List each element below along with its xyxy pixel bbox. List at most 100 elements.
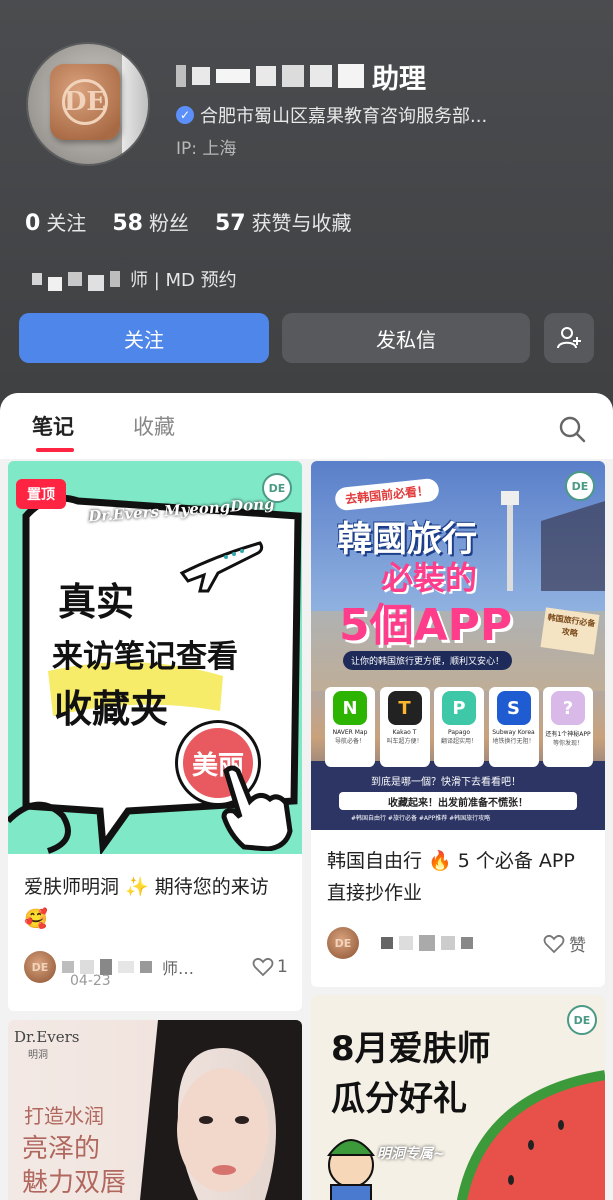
redacted-block xyxy=(381,937,393,949)
brand-logo: DE xyxy=(262,473,292,503)
pointing-hand-icon xyxy=(221,765,293,851)
tab-active-indicator xyxy=(36,448,74,452)
like-count: 1 xyxy=(277,957,288,977)
app-tile: T Kakao T 叫车超方便！ xyxy=(379,687,430,767)
verification-row: ✓ 合肥市蜀山区嘉果教育咨询服务部... xyxy=(176,102,487,128)
app-desc: 翻译超实用！ xyxy=(440,738,477,745)
cover-subtitle: 让你的韩国旅行更方便，顺利又安心！ xyxy=(343,651,513,670)
brand-logo: DE xyxy=(567,1005,597,1035)
cover-sticker: 韩国旅行必备攻略 xyxy=(540,607,600,655)
app-tile: ? 还有1个神秘APP 等你发现！ xyxy=(543,687,593,767)
ip-location: IP: 上海 xyxy=(176,139,237,159)
cover-line: 收藏夹 xyxy=(54,687,169,731)
note-card[interactable]: DE 去韩国前必看！ 韓國旅行 必裝的 5個APP 让你的韩国旅行更方便，顺利又… xyxy=(311,461,605,987)
add-friend-button[interactable] xyxy=(544,313,594,363)
cover-title: 5個APP xyxy=(339,600,513,651)
search-icon[interactable] xyxy=(558,415,586,443)
brand-logo: DE xyxy=(565,471,595,501)
redacted-block xyxy=(48,277,62,291)
profile-name: 助理 xyxy=(176,58,426,95)
redacted-block xyxy=(282,65,304,87)
watermelon-illustration xyxy=(327,1070,605,1200)
app-desc: 等你发现！ xyxy=(552,740,583,747)
app-desc: 导航必备！ xyxy=(334,738,365,745)
app-tile: P Papago 翻译超实用！ xyxy=(434,687,484,767)
verified-check-icon: ✓ xyxy=(176,106,194,124)
cover-sub: 明洞专属~ xyxy=(377,1146,445,1162)
redacted-block xyxy=(110,271,120,287)
following-label[interactable]: 关注 xyxy=(46,207,86,236)
cover-line: 来访笔记查看 xyxy=(52,639,238,675)
cover-line: 魅力双唇 xyxy=(22,1168,127,1198)
cover-bottom-text: 到底是哪一個？快滑下去看看吧！ xyxy=(371,777,521,788)
redacted-block xyxy=(68,272,82,286)
tab-notes[interactable]: 笔记 xyxy=(32,411,74,441)
tab-favorites[interactable]: 收藏 xyxy=(133,411,175,441)
stats-row: 0 关注 58 粉丝 57 获赞与收藏 xyxy=(25,207,378,236)
author-avatar: DE xyxy=(24,951,56,983)
app-name: Kakao T xyxy=(392,729,417,736)
cover-brand: Dr.Evers xyxy=(14,1028,80,1046)
followers-label[interactable]: 粉丝 xyxy=(149,207,189,236)
app-tile: S Subway Korea 地铁换行无阻！ xyxy=(488,687,539,767)
bio: 师 | MD 预约 xyxy=(32,266,237,292)
followers-count[interactable]: 58 xyxy=(112,211,143,236)
redacted-block xyxy=(80,960,94,974)
note-title[interactable]: 韩国自由行 🔥 5 个必备 APP 直接抄作业 xyxy=(327,845,591,909)
portrait-illustration xyxy=(140,1020,302,1200)
redacted-block xyxy=(399,936,413,950)
cover-line: 亮泽的 xyxy=(22,1134,101,1164)
author-avatar: DE xyxy=(327,927,359,959)
app-grid: N NAVER Map 导航必备！ T Kakao T 叫车超方便！ P Pap… xyxy=(325,687,593,767)
following-count[interactable]: 0 xyxy=(25,211,40,236)
verified-org: 合肥市蜀山区嘉果教育咨询服务部... xyxy=(200,106,488,127)
tab-bar: 笔记 收藏 xyxy=(0,393,613,459)
app-desc: 地铁换行无阻！ xyxy=(492,738,535,745)
kakao-t-icon: T xyxy=(387,691,422,725)
note-author[interactable]: DE xyxy=(327,927,479,959)
author-name: 师… xyxy=(162,959,195,978)
app-name: Subway Korea xyxy=(492,729,535,736)
redacted-block xyxy=(419,935,435,951)
note-cover[interactable]: DE 去韩国前必看！ 韓國旅行 必裝的 5個APP 让你的韩国旅行更方便，顺利又… xyxy=(311,461,605,830)
likes-count[interactable]: 57 xyxy=(215,211,246,236)
redacted-block xyxy=(338,64,364,88)
follow-button[interactable]: 关注 xyxy=(19,313,269,363)
note-date: 04-23 xyxy=(70,973,111,989)
note-card[interactable]: 置顶 Dr.Evers MyeongDong DE 真实 来访笔记查看 收藏夹 … xyxy=(8,461,302,1011)
app-name: NAVER Map xyxy=(332,729,368,736)
subway-korea-icon: S xyxy=(496,691,531,725)
cover-line: 真实 xyxy=(58,580,135,624)
redacted-block xyxy=(62,961,74,973)
heart-icon xyxy=(543,934,565,953)
redacted-block xyxy=(310,65,332,87)
redacted-block xyxy=(441,936,455,950)
like-button[interactable]: 赞 xyxy=(543,931,586,956)
note-cover[interactable]: DE 8月爱肤师 瓜分好礼 明洞专属~ xyxy=(311,995,605,1200)
message-button[interactable]: 发私信 xyxy=(282,313,530,363)
avatar[interactable]: DE xyxy=(26,42,150,166)
like-button[interactable]: 1 xyxy=(252,957,288,977)
note-title[interactable]: 爱肤师明洞 ✨ 期待您的来访🥰 xyxy=(24,871,288,935)
redacted-block xyxy=(176,65,186,87)
papago-icon: P xyxy=(442,691,476,725)
pinned-badge: 置顶 xyxy=(16,479,66,509)
app-name: 还有1个神秘APP xyxy=(545,731,591,738)
redacted-block xyxy=(192,67,210,85)
redacted-block xyxy=(118,961,134,973)
note-cover[interactable]: 置顶 Dr.Evers MyeongDong DE 真实 来访笔记查看 收藏夹 … xyxy=(8,461,302,854)
mystery-app-icon: ? xyxy=(551,691,585,725)
likes-label[interactable]: 获赞与收藏 xyxy=(252,207,352,236)
redacted-block xyxy=(461,937,473,949)
brand-logo: DE xyxy=(50,64,120,140)
note-card[interactable]: DE 8月爱肤师 瓜分好礼 明洞专属~ xyxy=(311,995,605,1200)
bio-text: 师 | MD 预约 xyxy=(130,270,237,291)
like-label: 赞 xyxy=(569,936,586,956)
note-cover[interactable]: Dr.Evers 明洞 打造水润 亮泽的 魅力双唇 xyxy=(8,1020,302,1200)
note-card[interactable]: Dr.Evers 明洞 打造水润 亮泽的 魅力双唇 xyxy=(8,1020,302,1200)
airplane-icon xyxy=(179,541,264,593)
redacted-block xyxy=(140,961,152,973)
heart-icon xyxy=(252,957,274,977)
add-user-icon xyxy=(557,327,581,349)
redacted-block xyxy=(256,66,276,86)
